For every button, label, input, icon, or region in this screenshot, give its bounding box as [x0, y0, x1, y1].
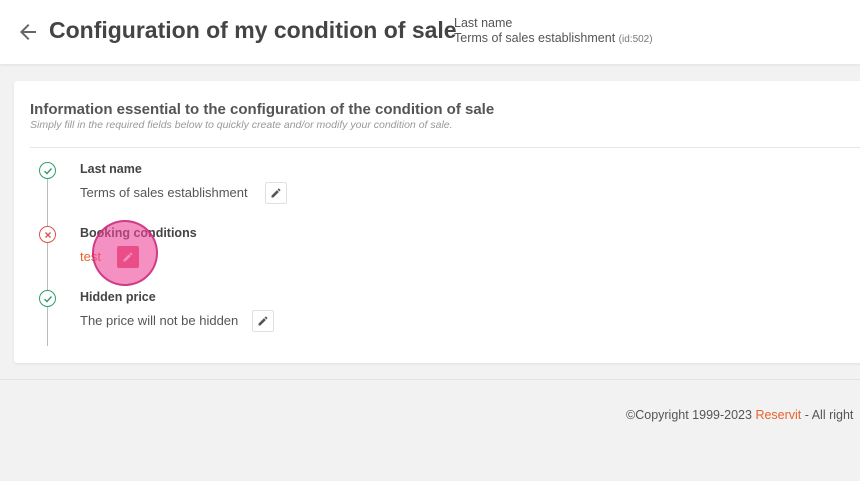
- pencil-icon: [258, 316, 268, 326]
- check-circle-icon: [39, 162, 56, 179]
- footer-divider: [0, 379, 860, 380]
- edit-last-name-button[interactable]: [265, 182, 287, 204]
- page-title: Configuration of my condition of sale: [49, 17, 457, 43]
- step-label: Last name: [80, 162, 142, 176]
- back-arrow-icon[interactable]: [16, 20, 40, 44]
- step-label: Booking conditions: [80, 226, 197, 240]
- pencil-icon: [271, 188, 281, 198]
- card-title: Information essential to the configurati…: [30, 101, 495, 118]
- footer: ©Copyright 1999-2023 Reservit - All righ…: [626, 408, 853, 422]
- meta-value: Terms of sales establishment: [454, 31, 616, 45]
- edit-booking-conditions-button[interactable]: [117, 246, 139, 268]
- check-circle-icon: [39, 290, 56, 307]
- step-value: test: [80, 249, 101, 264]
- rights-text: - All right: [801, 408, 854, 422]
- brand-link[interactable]: Reservit: [755, 408, 801, 422]
- meta-id: (id:502): [618, 34, 653, 45]
- timeline-line: [47, 173, 48, 346]
- meta-label: Last name: [454, 16, 513, 30]
- x-circle-icon: [39, 226, 56, 243]
- pencil-icon: [123, 252, 133, 262]
- copyright-text: ©Copyright 1999-2023: [626, 408, 756, 422]
- meta-value-line: Terms of sales establishment (id:502): [454, 31, 653, 47]
- header-meta: Last name Terms of sales establishment (…: [454, 16, 653, 47]
- card-subtitle: Simply fill in the required fields below…: [30, 119, 453, 131]
- edit-hidden-price-button[interactable]: [252, 310, 274, 332]
- step-value: Terms of sales establishment: [80, 185, 248, 200]
- page-header: Configuration of my condition of sale La…: [0, 0, 860, 64]
- step-label: Hidden price: [80, 290, 156, 304]
- step-value: The price will not be hidden: [80, 313, 239, 328]
- configuration-card: Information essential to the configurati…: [14, 81, 860, 363]
- divider: [30, 147, 860, 148]
